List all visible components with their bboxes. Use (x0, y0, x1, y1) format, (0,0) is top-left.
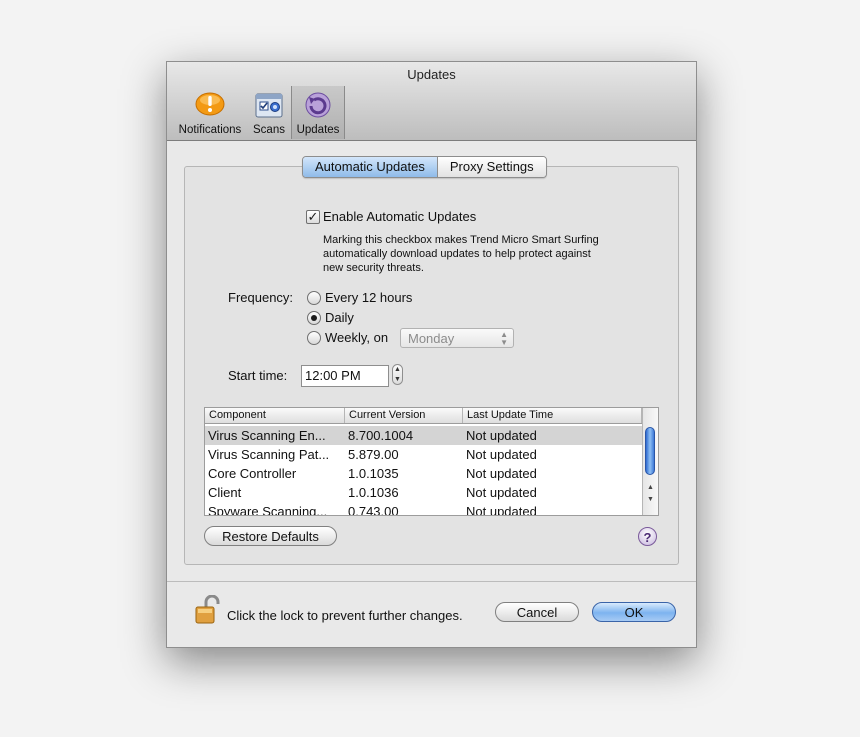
settings-panel: Automatic Updates Proxy Settings ✓ Enabl… (184, 156, 679, 565)
tab-control: Automatic Updates Proxy Settings (302, 156, 547, 178)
description-line: automatically download updates to help p… (323, 248, 591, 260)
warning-icon (195, 91, 225, 122)
cell-last-update: Not updated (466, 485, 537, 500)
toolbar-item-label: Updates (296, 124, 340, 136)
title-bar: Updates Notifications Scans Updates (167, 62, 696, 141)
tab-automatic-updates[interactable]: Automatic Updates (303, 157, 437, 177)
table-scrollbar[interactable]: ▲ ▼ (642, 408, 658, 515)
preferences-window: Updates Notifications Scans Updates Auto… (166, 61, 697, 648)
scroll-down-arrow-icon[interactable]: ▼ (643, 496, 658, 503)
cell-component: Virus Scanning En... (208, 428, 326, 443)
table-row[interactable]: Core Controller 1.0.1035 Not updated (205, 464, 642, 483)
column-header-version[interactable]: Current Version (345, 408, 463, 423)
cell-version: 0.743.00 (348, 504, 399, 516)
table-row[interactable]: Virus Scanning Pat... 5.879.00 Not updat… (205, 445, 642, 464)
help-button[interactable]: ? (638, 527, 657, 546)
cell-version: 8.700.1004 (348, 428, 414, 443)
divider (167, 581, 696, 582)
weekday-value: Monday (408, 331, 455, 346)
radio-daily-label: Daily (325, 310, 354, 325)
table-row[interactable]: Spyware Scanning... 0.743.00 Not updated (205, 502, 642, 516)
radio-daily[interactable] (307, 311, 321, 325)
start-time-field[interactable]: 12:00 PM (301, 365, 389, 387)
table-row[interactable]: Virus Scanning En... 8.700.1004 Not upda… (205, 426, 642, 445)
enable-auto-updates-checkbox[interactable]: ✓ (306, 210, 320, 224)
cell-component: Core Controller (208, 466, 297, 481)
scan-window-icon (254, 91, 284, 122)
restore-defaults-button[interactable]: Restore Defaults (204, 526, 337, 546)
description-line: Marking this checkbox makes Trend Micro … (323, 234, 599, 246)
toolbar-item-label: Scans (253, 124, 285, 136)
tab-proxy-settings[interactable]: Proxy Settings (436, 157, 546, 177)
cell-version: 1.0.1035 (348, 466, 399, 481)
cell-version: 1.0.1036 (348, 485, 399, 500)
toolbar-scans-button[interactable]: Scans (250, 86, 288, 139)
components-table: Component Current Version Last Update Ti… (204, 407, 659, 516)
toolbar-item-label: Notifications (178, 124, 242, 136)
cell-last-update: Not updated (466, 428, 537, 443)
lock-message: Click the lock to prevent further change… (227, 608, 463, 623)
radio-weekly[interactable] (307, 331, 321, 345)
lock-icon[interactable] (194, 594, 220, 630)
weekday-popup[interactable]: Monday ▲ ▼ (400, 328, 514, 348)
auto-update-description: Marking this checkbox makes Trend Micro … (323, 233, 599, 275)
cell-last-update: Not updated (466, 447, 537, 462)
ok-button[interactable]: OK (592, 602, 676, 622)
radio-every-12-hours[interactable] (307, 291, 321, 305)
description-line: new security threats. (323, 262, 424, 274)
enable-auto-updates-label: Enable Automatic Updates (323, 209, 477, 224)
column-header-last-update[interactable]: Last Update Time (463, 408, 642, 423)
scrollbar-thumb[interactable] (645, 427, 655, 475)
table-row[interactable]: Client 1.0.1036 Not updated (205, 483, 642, 502)
update-arrow-icon (303, 91, 333, 122)
cell-component: Virus Scanning Pat... (208, 447, 330, 462)
radio-weekly-label: Weekly, on (325, 330, 389, 345)
time-stepper[interactable]: ▲ ▼ (392, 364, 403, 385)
column-header-component[interactable]: Component (205, 408, 345, 423)
popup-arrows-icon: ▲ ▼ (500, 330, 508, 347)
cell-component: Spyware Scanning... (208, 504, 328, 516)
window-title: Updates (407, 67, 456, 82)
start-time-label: Start time: (228, 368, 288, 383)
toolbar-updates-button[interactable]: Updates (291, 86, 345, 139)
frequency-label: Frequency: (228, 290, 294, 305)
table-header: Component Current Version Last Update Ti… (205, 408, 642, 424)
cancel-button[interactable]: Cancel (495, 602, 579, 622)
cell-last-update: Not updated (466, 466, 537, 481)
cell-component: Client (208, 485, 242, 500)
cell-version: 5.879.00 (348, 447, 399, 462)
cell-last-update: Not updated (466, 504, 537, 516)
radio-every-12-hours-label: Every 12 hours (325, 290, 413, 305)
toolbar-notifications-button[interactable]: Notifications (174, 86, 246, 139)
scroll-up-arrow-icon[interactable]: ▲ (643, 484, 658, 491)
